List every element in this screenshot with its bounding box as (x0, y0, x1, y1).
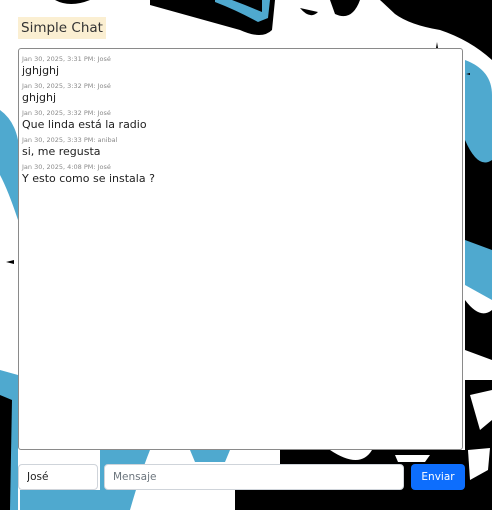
message-meta: Jan 30, 2025, 3:32 PM: José (22, 82, 111, 90)
message-meta: Jan 30, 2025, 4:08 PM: José (22, 163, 111, 171)
app-title: Simple Chat (18, 17, 106, 39)
message-input[interactable] (104, 464, 404, 490)
message-meta: Jan 30, 2025, 3:33 PM: anibal (22, 136, 118, 144)
message-text: si, me regusta (22, 145, 101, 158)
chat-message: Jan 30, 2025, 3:33 PM: anibal si, me regu… (22, 136, 459, 159)
message-text: Que linda está la radio (22, 118, 147, 131)
chat-message: Jan 30, 2025, 3:32 PM: José Que linda est… (22, 109, 459, 132)
message-meta: Jan 30, 2025, 3:32 PM: José (22, 109, 111, 117)
send-button[interactable]: Enviar (411, 464, 465, 490)
chat-message: Jan 30, 2025, 3:32 PM: José ghjghj (22, 82, 459, 105)
message-text: ghjghj (22, 91, 57, 104)
chat-message: Jan 30, 2025, 3:31 PM: José jghjghj (22, 55, 459, 78)
message-meta: Jan 30, 2025, 3:31 PM: José (22, 55, 111, 63)
name-input[interactable] (18, 464, 98, 490)
message-text: jghjghj (22, 64, 60, 77)
message-text: Y esto como se instala ? (22, 172, 155, 185)
chat-message: Jan 30, 2025, 4:08 PM: José Y esto como s… (22, 163, 459, 186)
chat-messages-panel[interactable]: Jan 30, 2025, 3:31 PM: José jghjghj Jan 30… (18, 48, 463, 450)
